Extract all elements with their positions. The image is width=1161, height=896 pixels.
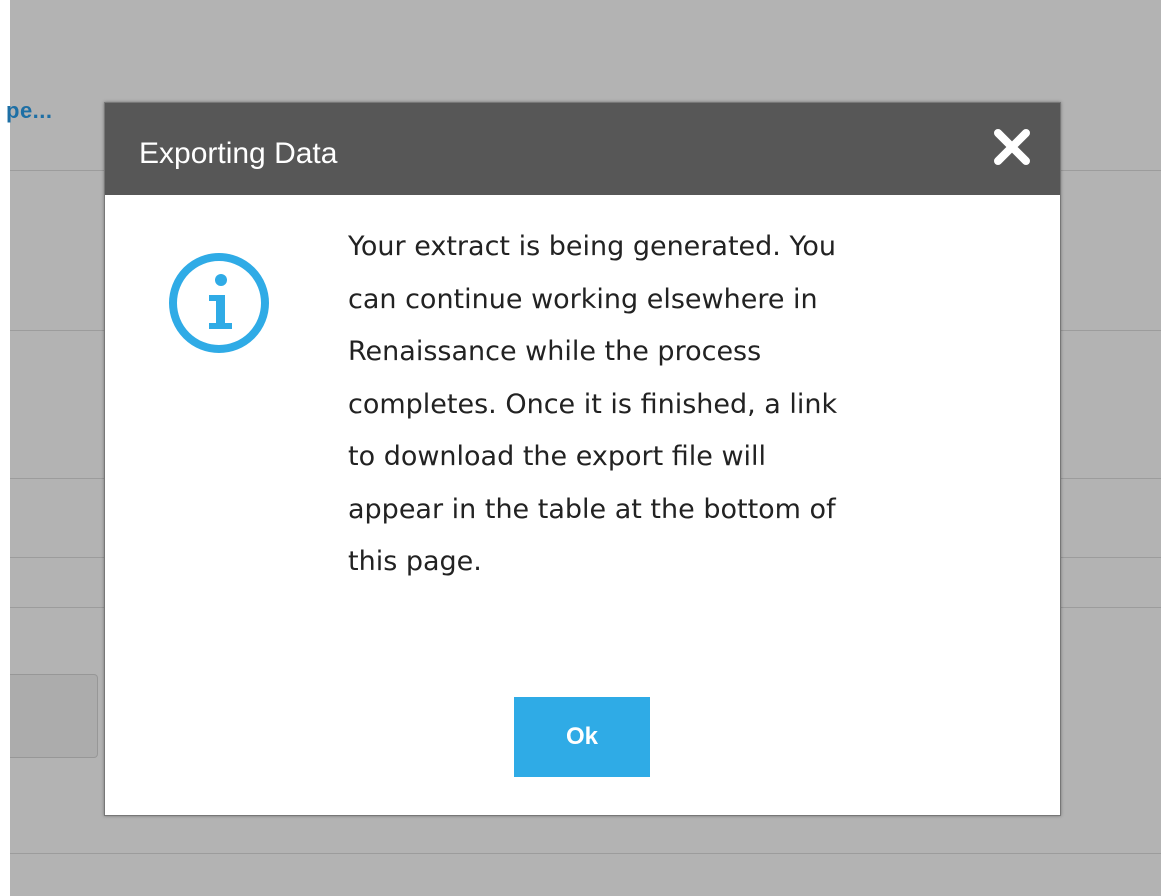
message-line: Renaissance while the process: [348, 336, 762, 367]
background-link: pe...: [6, 98, 53, 123]
message-line: to download the export file will: [348, 441, 767, 472]
dialog-message: Your extract is being generated. You can…: [348, 221, 948, 589]
message-line: can continue working elsewhere in: [348, 283, 818, 315]
dialog-title: Exporting Data: [139, 137, 338, 170]
background-button: [10, 674, 98, 758]
message-line: appear in the table at the bottom of: [348, 493, 836, 525]
dialog-header: Exporting Data: [105, 103, 1060, 195]
background-divider: [10, 853, 1161, 854]
page-left-edge: [0, 0, 10, 896]
message-line: Your extract is being generated. You: [348, 231, 836, 262]
page-background: pe... Exporting Data Your extract is bei…: [0, 0, 1161, 896]
message-line: this page.: [348, 546, 482, 577]
close-icon: [994, 129, 1030, 165]
close-button[interactable]: [990, 125, 1034, 169]
ok-button[interactable]: Ok: [514, 697, 650, 777]
info-circle-icon: [169, 253, 269, 353]
message-line: completes. Once it is finished, a link: [348, 388, 838, 420]
export-dialog: Exporting Data Your extract is being gen…: [104, 102, 1061, 816]
